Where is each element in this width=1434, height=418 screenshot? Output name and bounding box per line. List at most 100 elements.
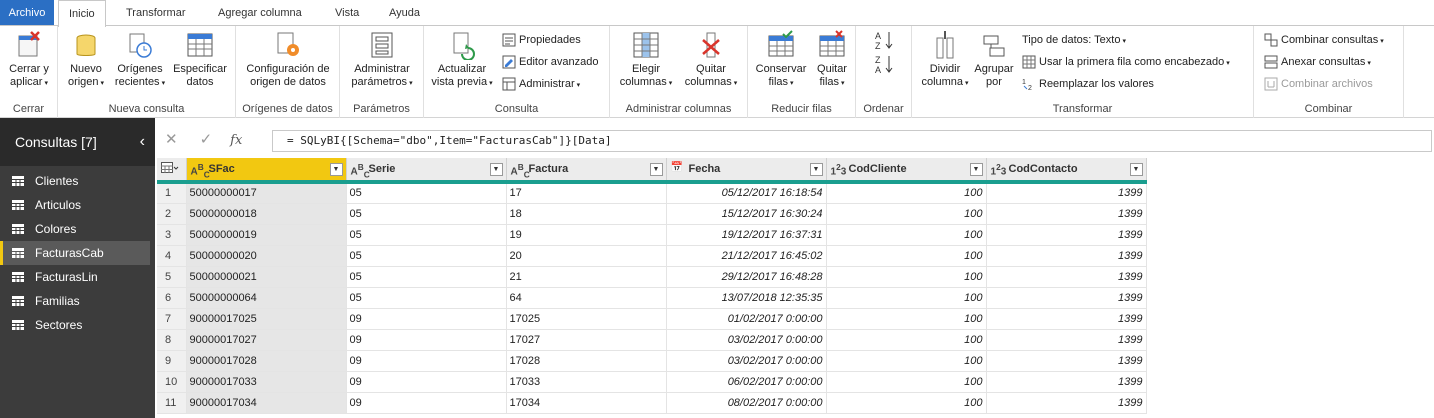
accept-formula-icon[interactable]: ✓ [200, 131, 213, 148]
row-number[interactable]: 2 [157, 203, 187, 225]
group-by-button[interactable]: Agrupar por [972, 30, 1016, 89]
cell-fecha[interactable]: 03/02/2017 0:00:00 [666, 350, 827, 372]
cell-sfac[interactable]: 50000000021 [186, 266, 347, 288]
cell-sfac[interactable]: 90000017025 [186, 308, 347, 330]
cell-fecha[interactable]: 01/02/2017 0:00:00 [666, 308, 827, 330]
cell-sfac[interactable]: 90000017027 [186, 329, 347, 351]
cell-serie[interactable]: 09 [346, 350, 507, 372]
cell-factura[interactable]: 64 [506, 287, 667, 309]
cell-codcontacto[interactable]: 1399 [986, 245, 1147, 267]
function-icon[interactable]: fx [230, 133, 242, 148]
query-item-sectores[interactable]: Sectores [0, 313, 150, 337]
query-item-clientes[interactable]: Clientes [0, 169, 150, 193]
tab-ayuda[interactable]: Ayuda [379, 0, 430, 26]
cell-codcontacto[interactable]: 1399 [986, 392, 1147, 414]
tab-transformar[interactable]: Transformar [116, 0, 196, 26]
cell-factura[interactable]: 17034 [506, 392, 667, 414]
properties-button[interactable]: Propiedades [502, 31, 581, 49]
cell-sfac[interactable]: 50000000018 [186, 203, 347, 225]
refresh-preview-button[interactable]: Actualizar vista previa ▾ [428, 30, 496, 90]
cell-fecha[interactable]: 05/12/2017 16:18:54 [666, 182, 827, 204]
cell-codcontacto[interactable]: 1399 [986, 371, 1147, 393]
filter-dropdown-icon[interactable]: ▼ [809, 163, 823, 176]
enter-data-button[interactable]: Especificar datos [170, 30, 230, 89]
cell-codcontacto[interactable]: 1399 [986, 308, 1147, 330]
split-column-button[interactable]: Dividir columna ▾ [920, 30, 970, 90]
sort-descending-button[interactable]: ZA [874, 54, 897, 75]
column-header-sfac[interactable]: ABC SFac ▼ [186, 158, 347, 184]
cell-sfac[interactable]: 50000000017 [186, 182, 347, 204]
cell-codcontacto[interactable]: 1399 [986, 329, 1147, 351]
cell-codcliente[interactable]: 100 [826, 224, 987, 246]
row-number[interactable]: 4 [157, 245, 187, 267]
tab-agregar-columna[interactable]: Agregar columna [208, 0, 312, 26]
close-apply-button[interactable]: Cerrar y aplicar ▾ [4, 30, 54, 90]
cell-serie[interactable]: 05 [346, 266, 507, 288]
row-number[interactable]: 10 [157, 371, 187, 393]
cell-serie[interactable]: 09 [346, 371, 507, 393]
filter-dropdown-icon[interactable]: ▼ [329, 163, 343, 176]
filter-dropdown-icon[interactable]: ▼ [1129, 163, 1143, 176]
tab-vista[interactable]: Vista [325, 0, 369, 26]
cell-fecha[interactable]: 08/02/2017 0:00:00 [666, 392, 827, 414]
column-header-codcontacto[interactable]: 123 CodContacto ▼ [986, 158, 1147, 184]
cell-factura[interactable]: 17025 [506, 308, 667, 330]
tab-inicio[interactable]: Inicio [58, 0, 106, 27]
data-type-dropdown[interactable]: Tipo de datos: Texto ▾ [1022, 31, 1126, 49]
cell-codcliente[interactable]: 100 [826, 392, 987, 414]
keep-rows-button[interactable]: Conservar filas ▾ [752, 30, 810, 90]
cell-codcliente[interactable]: 100 [826, 350, 987, 372]
new-source-button[interactable]: Nuevo origen ▾ [64, 30, 108, 90]
query-item-articulos[interactable]: Articulos [0, 193, 150, 217]
cell-factura[interactable]: 19 [506, 224, 667, 246]
cell-serie[interactable]: 05 [346, 287, 507, 309]
cell-serie[interactable]: 09 [346, 329, 507, 351]
cell-factura[interactable]: 17027 [506, 329, 667, 351]
cell-fecha[interactable]: 29/12/2017 16:48:28 [666, 266, 827, 288]
merge-queries-button[interactable]: Combinar consultas ▾ [1264, 31, 1384, 49]
append-queries-button[interactable]: Anexar consultas ▾ [1264, 53, 1371, 71]
cell-sfac[interactable]: 90000017033 [186, 371, 347, 393]
remove-columns-button[interactable]: Quitar columnas ▾ [680, 30, 742, 90]
cell-codcliente[interactable]: 100 [826, 371, 987, 393]
cell-factura[interactable]: 17033 [506, 371, 667, 393]
row-number[interactable]: 8 [157, 329, 187, 351]
data-source-settings-button[interactable]: Configuración de origen de datos [239, 30, 337, 89]
column-header-serie[interactable]: ABC Serie ▼ [346, 158, 507, 184]
row-number[interactable]: 9 [157, 350, 187, 372]
advanced-editor-button[interactable]: Editor avanzado [502, 53, 599, 71]
cell-serie[interactable]: 05 [346, 245, 507, 267]
cell-codcontacto[interactable]: 1399 [986, 266, 1147, 288]
cell-serie[interactable]: 05 [346, 224, 507, 246]
cell-factura[interactable]: 20 [506, 245, 667, 267]
recent-sources-button[interactable]: Orígenes recientes ▾ [112, 30, 168, 90]
row-number[interactable]: 3 [157, 224, 187, 246]
sort-ascending-button[interactable]: AZ [874, 30, 897, 51]
cell-fecha[interactable]: 15/12/2017 16:30:24 [666, 203, 827, 225]
use-first-row-as-headers-button[interactable]: Usar la primera fila como encabezado ▾ [1022, 53, 1230, 71]
cell-serie[interactable]: 09 [346, 392, 507, 414]
cell-fecha[interactable]: 03/02/2017 0:00:00 [666, 329, 827, 351]
cell-serie[interactable]: 09 [346, 308, 507, 330]
cell-codcontacto[interactable]: 1399 [986, 182, 1147, 204]
filter-dropdown-icon[interactable]: ▼ [969, 163, 983, 176]
row-number[interactable]: 11 [157, 392, 187, 414]
manage-button[interactable]: Administrar ▾ [502, 75, 580, 93]
cell-codcliente[interactable]: 100 [826, 182, 987, 204]
cell-codcliente[interactable]: 100 [826, 308, 987, 330]
query-item-colores[interactable]: Colores [0, 217, 150, 241]
cell-codcontacto[interactable]: 1399 [986, 287, 1147, 309]
query-item-familias[interactable]: Familias [0, 289, 150, 313]
filter-dropdown-icon[interactable]: ▼ [489, 163, 503, 176]
cell-codcontacto[interactable]: 1399 [986, 224, 1147, 246]
cell-codcontacto[interactable]: 1399 [986, 203, 1147, 225]
cell-sfac[interactable]: 90000017028 [186, 350, 347, 372]
replace-values-button[interactable]: 1 2 Reemplazar los valores [1022, 75, 1154, 93]
manage-parameters-button[interactable]: Administrar parámetros ▾ [345, 30, 419, 90]
cell-fecha[interactable]: 13/07/2018 12:35:35 [666, 287, 827, 309]
combine-files-button[interactable]: Combinar archivos [1264, 75, 1373, 93]
cell-sfac[interactable]: 90000017034 [186, 392, 347, 414]
column-header-factura[interactable]: ABC Factura ▼ [506, 158, 667, 184]
filter-dropdown-icon[interactable]: ▼ [649, 163, 663, 176]
query-item-facturaslin[interactable]: FacturasLin [0, 265, 150, 289]
